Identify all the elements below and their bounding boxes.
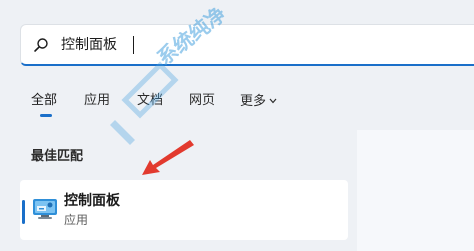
result-title: 控制面板 xyxy=(64,193,120,209)
section-title-best-match: 最佳匹配 xyxy=(31,149,84,164)
tab-all[interactable]: 全部 xyxy=(31,92,57,110)
result-type: 应用 xyxy=(64,213,89,227)
active-tab-indicator xyxy=(40,114,52,117)
background-panel xyxy=(357,130,474,251)
search-box[interactable]: 控制面板 xyxy=(20,24,474,66)
search-icon xyxy=(33,37,49,53)
control-panel-icon xyxy=(32,197,58,221)
tab-more-label: 更多 xyxy=(240,94,267,109)
tab-more[interactable]: 更多 xyxy=(240,92,277,111)
selection-indicator xyxy=(22,200,25,224)
best-match-result[interactable]: 控制面板 应用 xyxy=(20,180,348,240)
chevron-down-icon xyxy=(269,92,277,110)
